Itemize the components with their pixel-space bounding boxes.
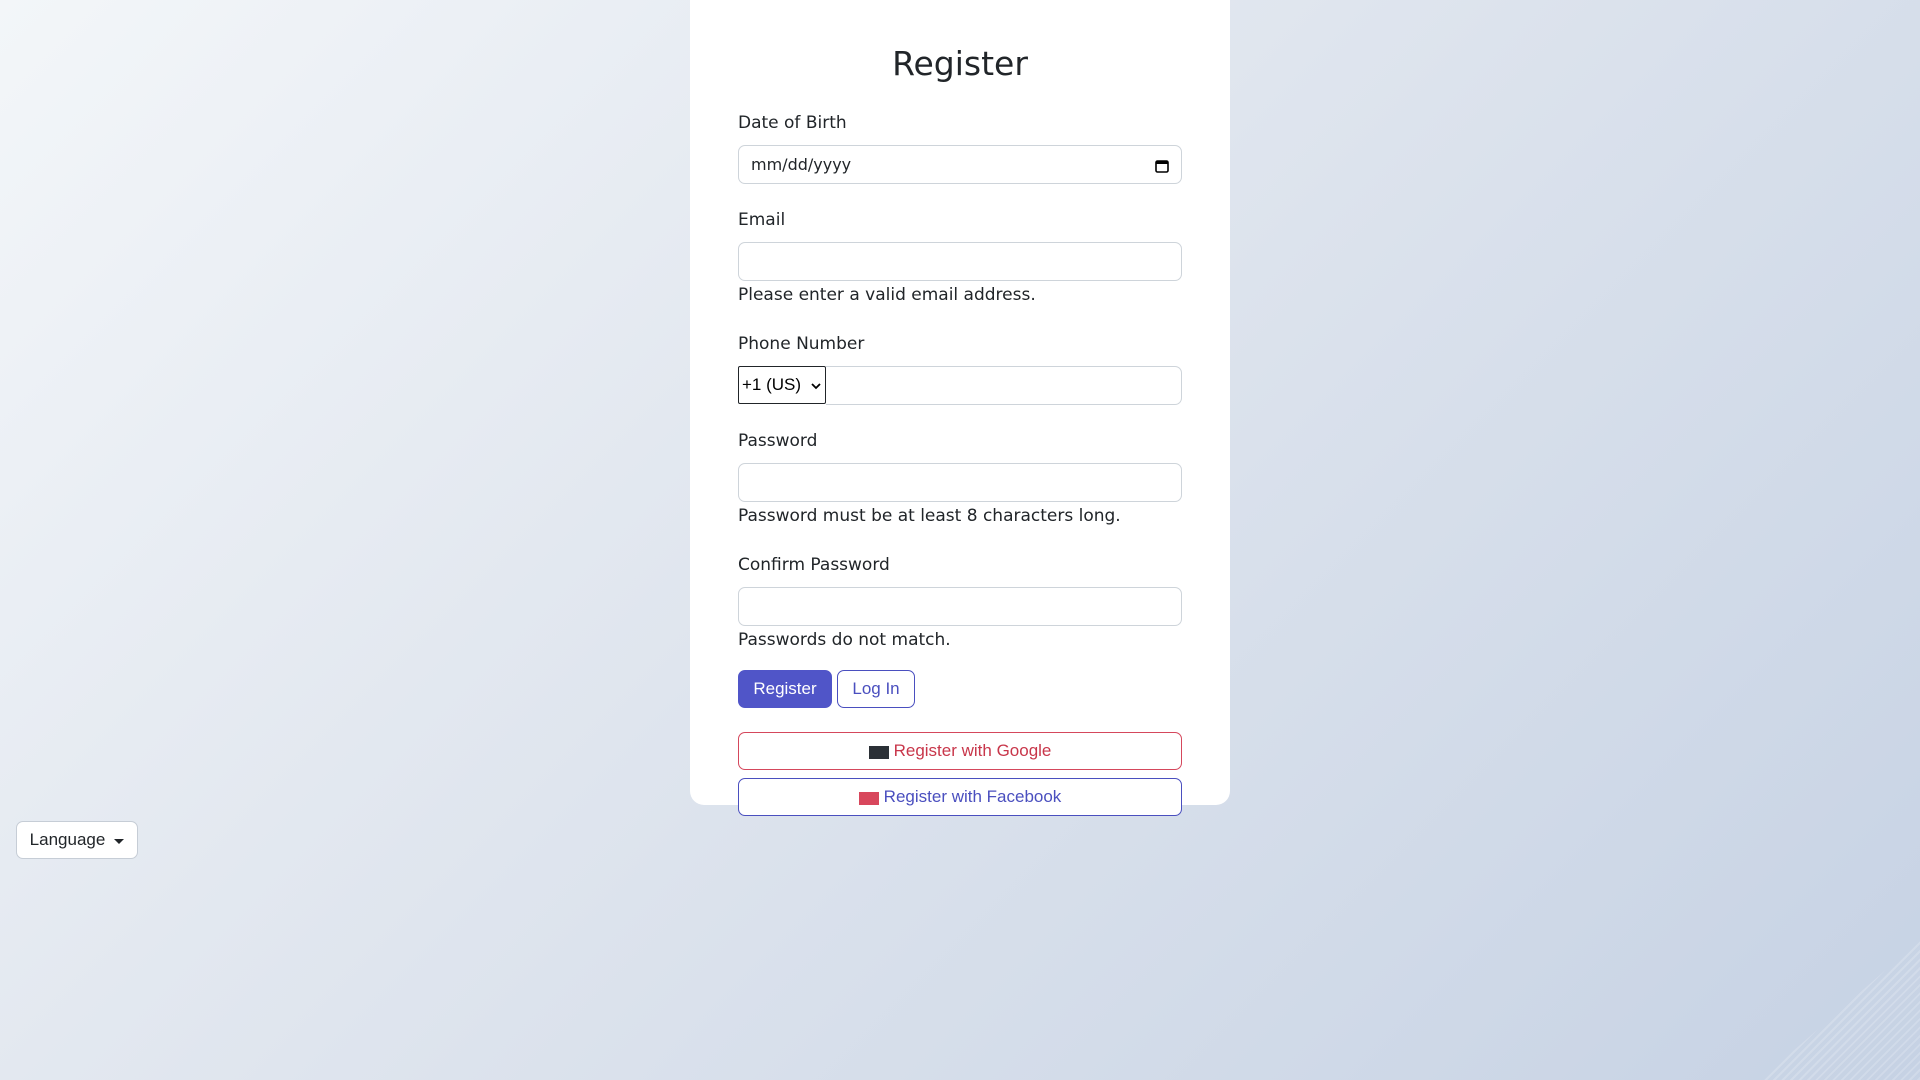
login-button[interactable]: Log In xyxy=(837,670,915,708)
phone-group: Phone Number +1 (US) xyxy=(738,334,1182,405)
confirm-password-label: Confirm Password xyxy=(738,555,890,575)
google-logo-image xyxy=(868,745,889,759)
register-with-facebook-button[interactable]: Register with Facebook xyxy=(738,778,1182,816)
action-buttons: Register Log In xyxy=(738,670,1182,708)
phone-number-field[interactable] xyxy=(826,366,1182,405)
register-card: Register Date of Birth mm/dd/yyyy Email … xyxy=(690,0,1230,816)
password-label: Password xyxy=(738,431,818,451)
register-with-google-button[interactable]: Register with Google xyxy=(738,732,1182,770)
dob-placeholder: mm/dd/yyyy xyxy=(751,155,852,174)
password-field[interactable] xyxy=(738,463,1182,502)
background-decoration xyxy=(1760,940,1920,1080)
confirm-password-help-text: Passwords do not match. xyxy=(738,630,951,650)
country-code-select[interactable]: +1 (US) xyxy=(738,366,826,404)
country-code-value: +1 (US) xyxy=(742,375,802,394)
page-title: Register xyxy=(892,44,1028,83)
password-group: Password Password must be at least 8 cha… xyxy=(738,431,1182,526)
confirm-password-group: Confirm Password Passwords do not match. xyxy=(738,555,1182,650)
facebook-button-label: Register with Facebook xyxy=(883,787,1062,806)
email-help-text: Please enter a valid email address. xyxy=(738,285,1036,305)
facebook-logo-image xyxy=(858,791,879,805)
password-help-text: Password must be at least 8 characters l… xyxy=(738,506,1121,526)
dob-group: Date of Birth mm/dd/yyyy xyxy=(738,113,1182,184)
email-group: Email Please enter a valid email address… xyxy=(738,210,1182,305)
dob-input[interactable]: mm/dd/yyyy xyxy=(738,145,1182,184)
calendar-icon[interactable] xyxy=(1155,158,1169,173)
phone-row: +1 (US) xyxy=(738,366,1182,405)
google-button-label: Register with Google xyxy=(893,741,1052,760)
language-label: Language xyxy=(29,830,106,849)
dob-label: Date of Birth xyxy=(738,113,847,133)
language-dropdown[interactable]: Language xyxy=(16,821,138,859)
caret-down-icon xyxy=(114,838,125,844)
register-button[interactable]: Register xyxy=(738,670,832,708)
chevron-down-icon xyxy=(811,375,821,395)
confirm-password-field[interactable] xyxy=(738,587,1182,626)
email-label: Email xyxy=(738,210,786,230)
phone-label: Phone Number xyxy=(738,334,865,354)
email-field[interactable] xyxy=(738,242,1182,281)
